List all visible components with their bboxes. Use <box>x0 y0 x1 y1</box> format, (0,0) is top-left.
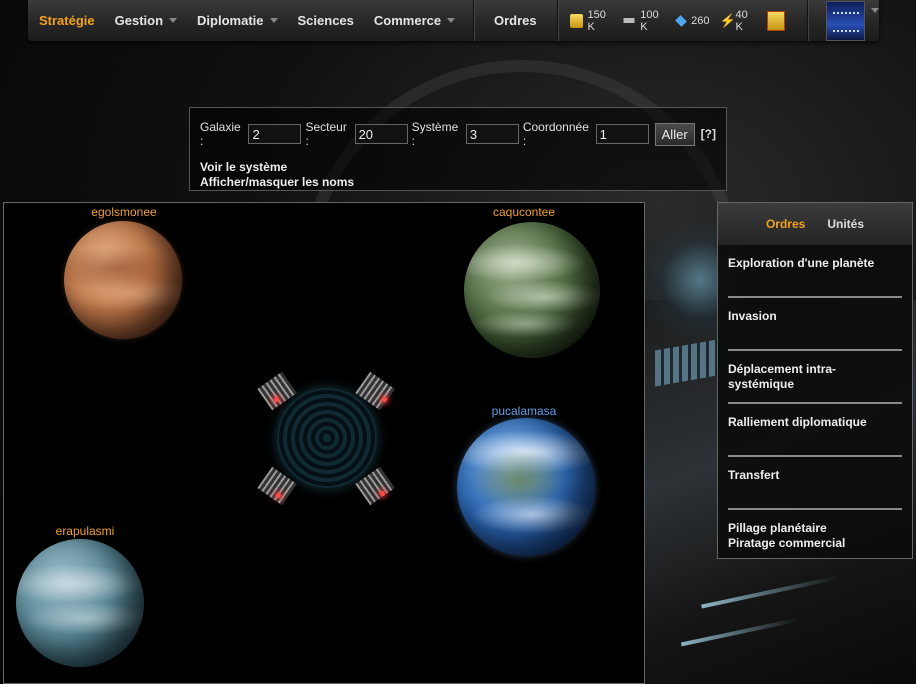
form-links: Voir le système Afficher/masquer les nom… <box>200 160 716 190</box>
planet-pucalamasa[interactable] <box>457 418 595 556</box>
chevron-down-icon[interactable] <box>871 8 879 13</box>
toggle-names-link[interactable]: Afficher/masquer les noms <box>200 175 716 190</box>
planet-egolsmonee[interactable] <box>64 221 182 339</box>
sector-input[interactable] <box>354 124 408 144</box>
station-light <box>380 491 385 496</box>
avatar[interactable] <box>826 0 865 41</box>
order-label: Déplacement intra-systémique <box>728 362 837 391</box>
sector-label: Secteur : <box>305 120 347 148</box>
planet-label-caqucontee[interactable]: caqucontee <box>454 205 594 219</box>
station-light <box>274 397 279 402</box>
resource-crystal-value: 260 <box>691 14 710 27</box>
order-label: Ralliement diplomatique <box>728 415 867 429</box>
crystal-icon <box>675 14 688 27</box>
planet-label-erapulasmi[interactable]: erapulasmi <box>15 524 155 538</box>
resource-ships-value: 100 K <box>640 8 659 33</box>
nav-commerce-label: Commerce <box>373 13 442 28</box>
order-label: Invasion <box>728 309 777 323</box>
resource-crystal[interactable]: 260 <box>675 14 710 27</box>
nav-sciences-label: Sciences <box>297 13 354 28</box>
resource-bar: 150 K 100 K 260 ⚡ 40 K <box>558 9 790 33</box>
nav-diplomatie-label: Diplomatie <box>197 13 264 28</box>
order-pillage[interactable]: Pillage planétaire <box>728 521 902 536</box>
order-ralliement[interactable]: Ralliement diplomatique <box>718 404 912 457</box>
resource-energy[interactable]: ⚡ 40 K <box>720 9 754 33</box>
nav-separator <box>807 0 809 41</box>
order-deplacement[interactable]: Déplacement intra-systémique <box>718 351 912 404</box>
nav-gestion-label: Gestion <box>114 13 164 28</box>
nav-ordres-label: Ordres <box>494 13 537 28</box>
station-core <box>277 388 377 488</box>
order-exploration[interactable]: Exploration d'une planète <box>718 245 912 298</box>
ship-icon <box>622 18 637 23</box>
order-invasion[interactable]: Invasion <box>718 298 912 351</box>
station-light <box>276 493 281 498</box>
order-pillage-piratage: Pillage planétaire Piratage commercial <box>718 510 912 568</box>
resource-ships[interactable]: 100 K <box>622 9 665 33</box>
order-transfert[interactable]: Transfert <box>718 457 912 510</box>
nav-ordres[interactable]: Ordres <box>474 0 557 41</box>
resource-credits[interactable]: 150 K <box>569 8 613 33</box>
galaxy-input[interactable] <box>248 124 302 144</box>
chevron-down-icon <box>269 18 278 23</box>
order-label: Exploration d'une planète <box>728 256 875 270</box>
planet-erapulasmi[interactable] <box>16 539 144 667</box>
order-piratage[interactable]: Piratage commercial <box>728 536 902 551</box>
energy-icon: ⚡ <box>719 12 736 28</box>
nav-sciences[interactable]: Sciences <box>288 0 364 41</box>
system-input[interactable] <box>465 124 519 144</box>
resource-credits-value: 150 K <box>587 8 606 33</box>
coordinate-input[interactable] <box>595 124 649 144</box>
help-link[interactable]: [?] <box>701 127 716 141</box>
nav-gestion[interactable]: Gestion <box>105 0 187 41</box>
order-label-group: Pillage planétaire Piratage commercial <box>728 510 902 551</box>
coordinate-label: Coordonnée : <box>522 120 589 148</box>
system-label: Système : <box>411 120 459 148</box>
alert-chart-icon[interactable] <box>767 10 786 31</box>
chevron-down-icon <box>447 18 456 23</box>
orders-tabs: Ordres Unités <box>718 203 912 245</box>
space-station[interactable] <box>252 371 402 513</box>
station-light <box>382 397 387 402</box>
nav-strategie-label: Stratégie <box>39 13 95 28</box>
top-nav-bar: Stratégie Gestion Diplomatie Sciences Co… <box>28 0 879 41</box>
view-system-link[interactable]: Voir le système <box>200 160 716 175</box>
resource-energy-value: 40 K <box>735 8 748 33</box>
orders-panel: Ordres Unités Exploration d'une planète … <box>717 202 913 559</box>
nav-strategie[interactable]: Stratégie <box>28 0 105 41</box>
planet-label-pucalamasa[interactable]: pucalamasa <box>454 404 594 418</box>
coordinate-row: Galaxie : Secteur : Système : Coordonnée… <box>200 120 716 148</box>
nav-diplomatie[interactable]: Diplomatie <box>187 0 287 41</box>
planet-caqucontee[interactable] <box>464 222 600 358</box>
nav-commerce[interactable]: Commerce <box>364 0 465 41</box>
galaxy-label: Galaxie : <box>200 120 241 148</box>
coordinate-form: Galaxie : Secteur : Système : Coordonnée… <box>189 107 727 191</box>
order-label: Transfert <box>728 468 780 482</box>
chevron-down-icon <box>169 18 178 23</box>
tab-unites[interactable]: Unités <box>827 217 864 231</box>
tab-ordres[interactable]: Ordres <box>766 217 805 231</box>
credits-icon <box>569 13 584 28</box>
planet-label-egolsmonee[interactable]: egolsmonee <box>54 205 194 219</box>
system-map: egolsmonee caqucontee pucalamasa erapula… <box>3 202 645 684</box>
go-button[interactable]: Aller <box>654 122 695 146</box>
